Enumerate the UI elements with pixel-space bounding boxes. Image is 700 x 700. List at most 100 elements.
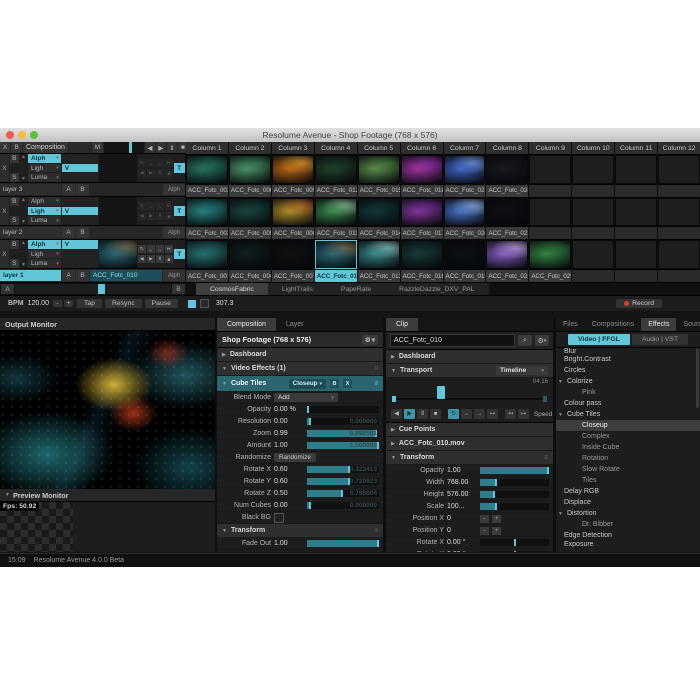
column-header[interactable]: Column 3: [272, 142, 314, 155]
tab-effects[interactable]: Effects: [641, 318, 676, 331]
clip-label[interactable]: ACC_Fotc_007: [272, 269, 314, 282]
column-header[interactable]: Column 12: [658, 142, 700, 155]
blend-option-alph[interactable]: Alph: [28, 197, 61, 206]
clip-label[interactable]: ACC_Fotc_022: [486, 269, 528, 282]
subtab-video-ffgl[interactable]: Video | FFGL: [568, 334, 630, 345]
tab-sources[interactable]: Sources: [676, 318, 700, 331]
effect-item[interactable]: Slow Rotate: [556, 464, 700, 475]
clip-cell[interactable]: ACC_Fotc_022: [486, 240, 528, 282]
drag-handle-icon[interactable]: ≡: [374, 528, 378, 534]
layer-name[interactable]: layer 1: [0, 270, 61, 281]
clip-gear-menu[interactable]: ⚙▾: [535, 335, 549, 346]
layer-transport-button[interactable]: ↔: [147, 202, 155, 210]
crossfader-a-button[interactable]: A: [1, 284, 14, 294]
composition-master-button[interactable]: M: [92, 142, 103, 153]
drag-handle-icon[interactable]: ≡: [374, 366, 378, 372]
clip-cell[interactable]: ACC_Fotc_021: [444, 155, 486, 197]
param-value[interactable]: 0.99: [274, 430, 304, 437]
clip-thumbnail[interactable]: [358, 240, 400, 269]
slider-handle[interactable]: [309, 418, 311, 425]
deck-tab[interactable]: PapeRate: [327, 283, 385, 295]
section-clip-file[interactable]: ▶ ACC_Fotc_010.mov: [386, 437, 553, 451]
clip-label[interactable]: ACC_Fotc_006: [229, 184, 271, 197]
layer-transport-button[interactable]: ↔: [147, 245, 155, 253]
layer-x-button[interactable]: X: [0, 154, 9, 182]
clip-thumbnail[interactable]: [658, 155, 700, 184]
param-value[interactable]: 100...: [447, 503, 477, 510]
close-window-button[interactable]: [6, 131, 14, 139]
section-transport[interactable]: ▼ Transport Timeline: [386, 364, 553, 378]
blend-option-alph[interactable]: Alph: [28, 154, 61, 163]
effect-item[interactable]: ▼Colorize: [556, 376, 700, 387]
slider-handle[interactable]: [547, 467, 549, 474]
param-slider[interactable]: [307, 406, 379, 413]
blend-option-luma[interactable]: Luma: [28, 173, 61, 182]
clip-label[interactable]: [615, 226, 657, 239]
clip-thumbnail[interactable]: [658, 240, 700, 269]
clip-label[interactable]: ACC_Fotc_020: [444, 226, 486, 239]
clip-thumbnail[interactable]: [401, 240, 443, 269]
crossfader-handle[interactable]: [98, 284, 105, 294]
layer-bypass-button[interactable]: B: [10, 240, 19, 249]
bpm-pause-button[interactable]: Pause: [145, 299, 178, 308]
stepper-minus-button[interactable]: -: [480, 527, 489, 535]
timeline-track[interactable]: [392, 398, 547, 400]
param-slider[interactable]: [480, 467, 549, 474]
clip-label[interactable]: ACC_Fotc_009: [272, 184, 314, 197]
clip-label[interactable]: [529, 226, 571, 239]
scrollbar-thumb[interactable]: [696, 348, 699, 408]
clip-cell[interactable]: ACC_Fotc_023: [486, 198, 528, 240]
clip-cell[interactable]: [658, 240, 700, 282]
clip-thumbnail[interactable]: [229, 198, 271, 227]
column-header[interactable]: Column 1: [186, 142, 228, 155]
layer-transport-button[interactable]: ↦: [165, 159, 173, 167]
stepper-minus-button[interactable]: -: [480, 515, 489, 523]
subtab-audio-vst[interactable]: Audio | VST: [632, 334, 688, 345]
layer-transport-button[interactable]: →: [156, 159, 164, 167]
tab-layer[interactable]: Layer: [276, 318, 314, 331]
layer-bypass-button[interactable]: B: [10, 154, 19, 163]
clip-thumbnail[interactable]: [486, 155, 528, 184]
clip-cell[interactable]: ACC_Fotc_002: [186, 198, 228, 240]
beat-snap-checkbox[interactable]: [200, 299, 209, 308]
clip-cell[interactable]: ACC_Fotc_016: [401, 240, 443, 282]
clip-thumbnail[interactable]: [186, 198, 228, 227]
layer-transport-button[interactable]: ◀: [138, 212, 146, 220]
clip-label[interactable]: ACC_Fotc_005: [229, 226, 271, 239]
drag-handle-icon[interactable]: ≡: [544, 455, 548, 461]
effect-item[interactable]: Circles: [556, 365, 700, 376]
clip-name-input[interactable]: ACC_Fotc_010: [390, 334, 515, 347]
preview-monitor-header[interactable]: ▼ Preview Monitor: [0, 489, 215, 502]
bpm-value[interactable]: 120.00: [28, 300, 49, 307]
bpm-nudge-button[interactable]: -: [53, 300, 62, 307]
arrow-up-icon[interactable]: ▲: [20, 240, 27, 246]
param-slider[interactable]: 0.000000: [307, 418, 379, 425]
layer-active-clip[interactable]: [90, 184, 162, 195]
clip-label[interactable]: ACC_Fotc_001: [186, 269, 228, 282]
clip-label[interactable]: [572, 184, 614, 197]
param-slider[interactable]: 0.992581: [307, 430, 379, 437]
arrow-up-icon[interactable]: ▲: [20, 154, 27, 160]
blend-option-luma[interactable]: Luma: [28, 259, 61, 268]
param-value[interactable]: 1.00: [447, 467, 477, 474]
param-value[interactable]: 0.00: [274, 418, 304, 425]
param-value[interactable]: 0.00 °: [447, 539, 477, 546]
clip-label[interactable]: [529, 184, 571, 197]
crossfader-b-button[interactable]: B: [172, 284, 185, 294]
clip-cell[interactable]: [529, 198, 571, 240]
effect-item[interactable]: ▼Distortion: [556, 508, 700, 519]
clip-label[interactable]: ACC_Fotc_010: [315, 269, 357, 282]
layer-trigger-button[interactable]: T: [174, 206, 185, 216]
layer-alpha-button[interactable]: Alph: [163, 184, 185, 195]
clip-label[interactable]: [615, 269, 657, 282]
param-slider[interactable]: 0.323413: [307, 466, 379, 473]
clip-thumbnail[interactable]: [272, 198, 314, 227]
effect-item[interactable]: ▼Cube Tiles: [556, 409, 700, 420]
clip-label[interactable]: ACC_Fotc_018: [401, 184, 443, 197]
clip-cell[interactable]: ACC_Fotc_011: [315, 198, 357, 240]
blend-option-ligh[interactable]: Ligh: [28, 164, 61, 173]
clip-cell[interactable]: ACC_Fotc_009: [272, 155, 314, 197]
layer-alpha-button[interactable]: Alph: [163, 227, 185, 238]
layer-a-button[interactable]: A: [62, 270, 75, 281]
clip-cell[interactable]: ACC_Fotc_025: [529, 240, 571, 282]
